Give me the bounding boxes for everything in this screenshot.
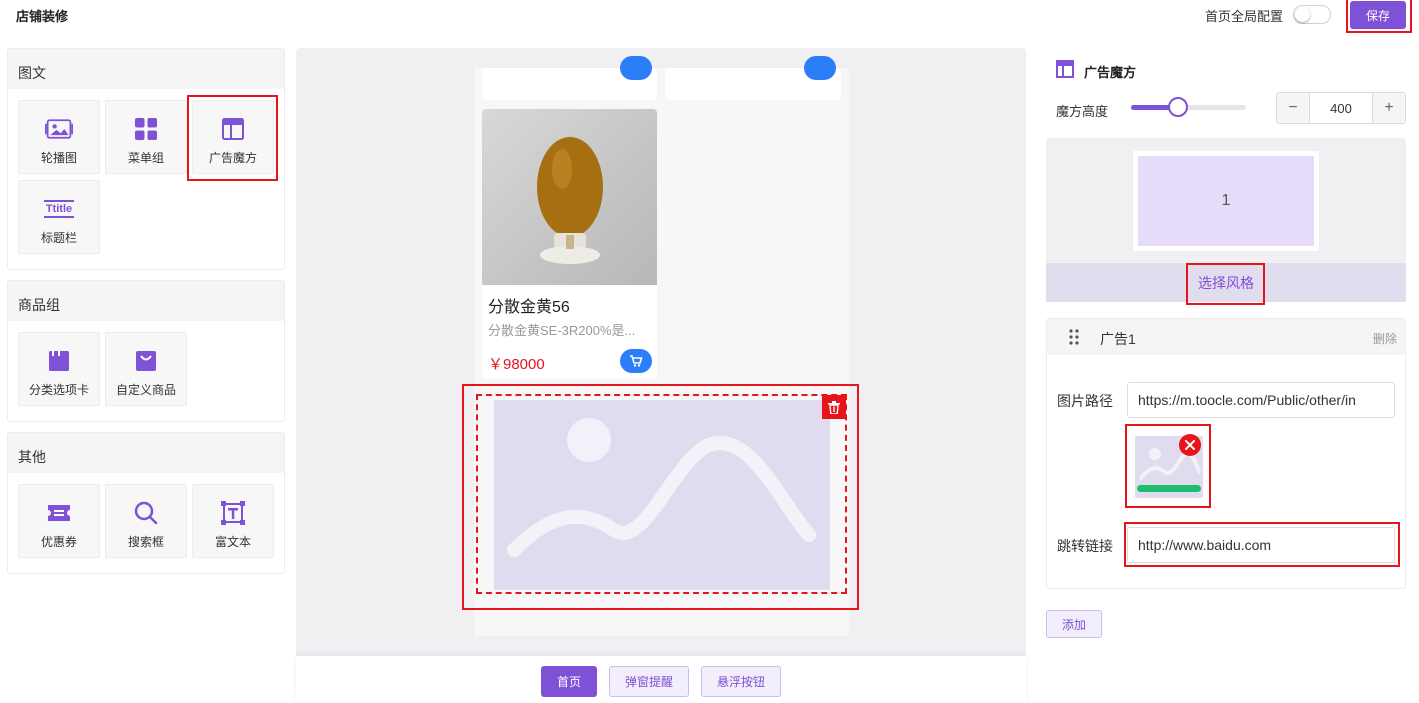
grid-icon [132,117,160,141]
group-other-title: 其他 [8,433,284,473]
tile-custom-goods-label: 自定义商品 [115,383,176,397]
tile-category-tab[interactable]: 分类选项卡 [18,332,100,406]
tile-custom-goods[interactable]: 自定义商品 [105,332,187,406]
height-stepper: − 400 + [1276,92,1406,124]
highlight-link-input [1124,522,1400,567]
drag-handle-icon[interactable] [1069,329,1079,350]
tile-coupon[interactable]: 优惠券 [18,484,100,558]
height-slider-handle[interactable] [1168,97,1188,117]
page-title: 店铺装修 [16,9,69,24]
height-slider[interactable] [1131,97,1246,117]
ad-item-header: 广告1 删除 [1047,319,1405,355]
highlight-uploaded-image [1125,424,1211,508]
tile-title-bar[interactable]: Ttitle 标题栏 [18,180,100,254]
highlight-choose-style [1186,263,1265,305]
settings-title: 广告魔方 [1084,65,1137,80]
tile-carousel-label: 轮播图 [40,151,77,165]
product-card-prev-right[interactable] [665,56,841,100]
tile-carousel[interactable]: 轮播图 [18,100,100,174]
product-name: 分散金黄56 [488,299,570,316]
image-path-input[interactable]: https://m.toocle.com/Public/other/in [1127,382,1395,418]
carousel-icon [45,117,73,141]
ad-item-title: 广告1 [1100,331,1136,347]
global-config-label: 首页全局配置 [1205,9,1284,24]
height-decrement-button[interactable]: − [1277,93,1310,123]
cart-icon[interactable] [804,56,836,80]
tile-title-bar-label: 标题栏 [40,231,77,245]
title-bar-icon: Ttitle [39,197,79,221]
height-label: 魔方高度 [1056,104,1109,119]
rich-text-icon [219,501,247,525]
height-increment-button[interactable]: + [1372,93,1405,123]
product-card[interactable]: 分散金黄56 分散金黄SE-3R200%是... ￥98000 [482,109,657,379]
image-path-label: 图片路径 [1057,393,1113,409]
product-image [482,109,657,285]
delete-ad-button[interactable]: 删除 [1373,330,1397,347]
global-config-toggle[interactable] [1293,5,1331,24]
tile-search-box-label: 搜索框 [127,535,164,549]
tile-rich-text[interactable]: 富文本 [192,484,274,558]
product-price: ￥98000 [488,356,545,373]
product-desc: 分散金黄SE-3R200%是... [488,323,636,338]
tile-rich-text-label: 富文本 [214,535,251,549]
tile-menu-group[interactable]: 菜单组 [105,100,187,174]
tile-coupon-label: 优惠券 [40,535,77,549]
layout-cell[interactable]: 1 [1138,156,1314,246]
tile-menu-group-label: 菜单组 [127,151,164,165]
layout-preview: 1 [1133,151,1319,251]
tab-floating-button[interactable]: 悬浮按钮 [701,666,781,697]
bag-icon [132,349,160,373]
coupon-icon [45,501,73,525]
link-label: 跳转链接 [1057,538,1113,554]
add-to-cart-button[interactable] [620,349,652,373]
group-graphic-title: 图文 [8,49,284,89]
toggle-knob [1295,7,1310,22]
cart-icon [630,355,643,367]
ad-cube-title-icon [1056,60,1074,83]
search-icon [132,501,160,525]
tab-home[interactable]: 首页 [541,666,597,697]
folder-icon [45,349,73,373]
title-bar-icon-text: Ttitle [43,200,75,218]
highlight-ad-cube-tile [187,95,278,181]
highlight-ad-cube-block [462,384,859,610]
cart-icon[interactable] [620,56,652,80]
tile-search-box[interactable]: 搜索框 [105,484,187,558]
tile-category-tab-label: 分类选项卡 [28,383,89,397]
tab-popup-reminder[interactable]: 弹窗提醒 [609,666,689,697]
group-goods-title: 商品组 [8,281,284,321]
group-other: 其他 优惠券 搜索框 富文本 [7,432,285,574]
height-value-input[interactable]: 400 [1310,93,1372,123]
highlight-save [1346,0,1412,33]
group-goods: 商品组 分类选项卡 自定义商品 [7,280,285,422]
product-card-prev-left[interactable] [482,56,657,100]
add-ad-button[interactable]: 添加 [1046,610,1102,638]
bottom-tab-bar: 首页 弹窗提醒 悬浮按钮 [296,656,1026,703]
